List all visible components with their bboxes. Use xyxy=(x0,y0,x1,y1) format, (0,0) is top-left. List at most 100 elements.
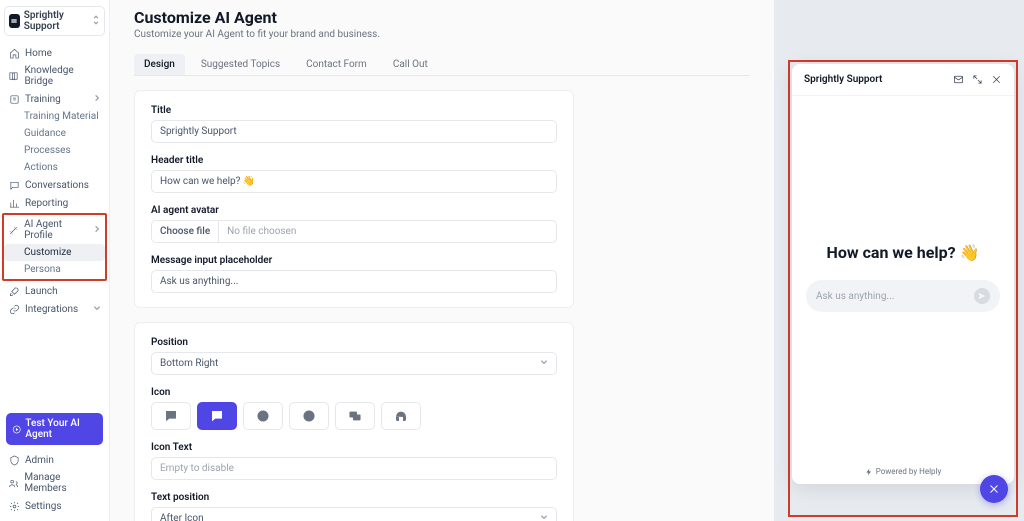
nav-label: Training xyxy=(25,94,61,105)
nav-persona[interactable]: Persona xyxy=(4,261,105,278)
nav-launch[interactable]: Launch xyxy=(4,282,105,300)
test-agent-label: Test Your AI Agent xyxy=(25,418,97,440)
nav-label: Launch xyxy=(25,286,58,297)
sidebar: Sprightly Support Home Knowledge Bridge … xyxy=(0,0,110,521)
header-title-input[interactable] xyxy=(151,170,557,193)
placeholder-label: Message input placeholder xyxy=(151,255,557,266)
chevron-down-icon xyxy=(540,513,548,521)
card-branding: Title Header title AI agent avatar Choos… xyxy=(134,90,574,308)
nav-label: Home xyxy=(25,48,52,59)
nav-members[interactable]: Manage Members xyxy=(4,469,105,497)
chat-input-placeholder: Ask us anything... xyxy=(816,291,974,302)
icon-option-messages[interactable] xyxy=(335,402,375,430)
tab-contact-form[interactable]: Contact Form xyxy=(296,54,377,75)
main-content: Customize AI Agent Customize your AI Age… xyxy=(110,0,774,521)
icon-option-question[interactable] xyxy=(289,402,329,430)
users-icon xyxy=(8,477,19,489)
nav-label: AI Agent Profile xyxy=(24,219,88,241)
page-subtitle: Customize your AI Agent to fit your bran… xyxy=(134,29,750,40)
icon-options xyxy=(151,402,557,430)
icon-option-chat-filled[interactable] xyxy=(197,402,237,430)
position-label: Position xyxy=(151,337,557,348)
mail-icon[interactable] xyxy=(953,74,964,85)
nav-label: Settings xyxy=(25,501,62,512)
tab-suggested-topics[interactable]: Suggested Topics xyxy=(191,54,290,75)
card-launcher: Position Bottom Right Icon Icon Text Tex… xyxy=(134,322,574,521)
text-position-select[interactable]: After Icon xyxy=(151,507,557,521)
nav-knowledge[interactable]: Knowledge Bridge xyxy=(4,62,105,90)
nav-conversations[interactable]: Conversations xyxy=(4,176,105,194)
nav-integrations[interactable]: Integrations xyxy=(4,300,105,318)
nav-training-processes[interactable]: Processes xyxy=(4,142,105,159)
nav-settings[interactable]: Settings xyxy=(4,497,105,515)
chat-icon xyxy=(8,179,20,191)
tab-design[interactable]: Design xyxy=(134,54,185,75)
home-icon xyxy=(8,47,20,59)
nav-customize[interactable]: Customize xyxy=(4,244,105,261)
play-circle-icon xyxy=(12,424,21,435)
title-label: Title xyxy=(151,105,557,116)
powered-by: Powered by Helply xyxy=(876,467,942,476)
tab-call-out[interactable]: Call Out xyxy=(383,54,438,75)
chat-greeting: How can we help? 👋 xyxy=(827,243,980,262)
header-title-label: Header title xyxy=(151,155,557,166)
nav-label: Manage Members xyxy=(24,472,101,494)
nav-training-material[interactable]: Training Material xyxy=(4,108,105,125)
tabs: Design Suggested Topics Contact Form Cal… xyxy=(134,54,750,76)
nav-training[interactable]: Training xyxy=(4,90,105,108)
nav-label: Integrations xyxy=(25,304,78,315)
link-icon xyxy=(8,303,20,315)
avatar-file-input[interactable]: Choose file No file choosen xyxy=(151,220,557,243)
shield-icon xyxy=(8,454,20,466)
send-button[interactable] xyxy=(974,288,990,304)
nav-home[interactable]: Home xyxy=(4,44,105,62)
wand-icon xyxy=(8,224,19,236)
expand-icon[interactable] xyxy=(972,74,983,85)
test-agent-button[interactable]: Test Your AI Agent xyxy=(6,413,103,445)
text-position-value: After Icon xyxy=(160,513,204,521)
nav-reporting[interactable]: Reporting xyxy=(4,194,105,212)
position-select[interactable]: Bottom Right xyxy=(151,352,557,375)
nav-training-actions[interactable]: Actions xyxy=(4,159,105,176)
icon-text-label: Icon Text xyxy=(151,442,557,453)
chat-input[interactable]: Ask us anything... xyxy=(806,280,1000,312)
preview-pane: Sprightly Support How can we help? 👋 Ask… xyxy=(774,0,1024,521)
close-icon[interactable] xyxy=(991,74,1002,85)
placeholder-input[interactable] xyxy=(151,270,557,293)
org-name: Sprightly Support xyxy=(24,10,84,32)
gear-icon xyxy=(8,500,20,512)
nav-agent-profile[interactable]: AI Agent Profile xyxy=(4,216,105,244)
highlight-agent-profile: AI Agent Profile Customize Persona xyxy=(2,213,107,281)
icon-option-headset[interactable] xyxy=(381,402,421,430)
nav-admin[interactable]: Admin xyxy=(4,451,105,469)
nav-label: Conversations xyxy=(25,180,89,191)
chevron-right-icon xyxy=(93,94,101,105)
title-input[interactable] xyxy=(151,120,557,143)
page-title: Customize AI Agent xyxy=(134,8,750,27)
chat-body: How can we help? 👋 Ask us anything... xyxy=(792,96,1014,459)
icon-option-smiley[interactable] xyxy=(243,402,283,430)
nav-label: Admin xyxy=(25,455,54,466)
nav-label: Reporting xyxy=(25,198,68,209)
chevron-down-icon xyxy=(93,304,101,315)
icon-label: Icon xyxy=(151,387,557,398)
nav-label: Knowledge Bridge xyxy=(24,65,101,87)
org-switcher[interactable]: Sprightly Support xyxy=(4,6,105,36)
preview-highlight: Sprightly Support How can we help? 👋 Ask… xyxy=(788,60,1018,517)
choose-file-button[interactable]: Choose file xyxy=(152,221,219,242)
org-logo-icon xyxy=(9,14,20,28)
launcher-fab[interactable] xyxy=(980,475,1008,503)
chat-widget: Sprightly Support How can we help? 👋 Ask… xyxy=(792,64,1014,484)
text-position-label: Text position xyxy=(151,492,557,503)
chevron-right-icon xyxy=(93,225,101,236)
chat-header: Sprightly Support xyxy=(792,64,1014,96)
file-status: No file choosen xyxy=(219,221,304,242)
nav-training-guidance[interactable]: Guidance xyxy=(4,125,105,142)
rocket-icon xyxy=(8,285,20,297)
bolt-icon xyxy=(865,468,873,476)
icon-text-input[interactable] xyxy=(151,457,557,480)
chat-footer: Powered by Helply xyxy=(792,459,1014,484)
icon-option-chat-bubble[interactable] xyxy=(151,402,191,430)
send-icon xyxy=(978,292,986,300)
chat-title: Sprightly Support xyxy=(804,74,953,85)
